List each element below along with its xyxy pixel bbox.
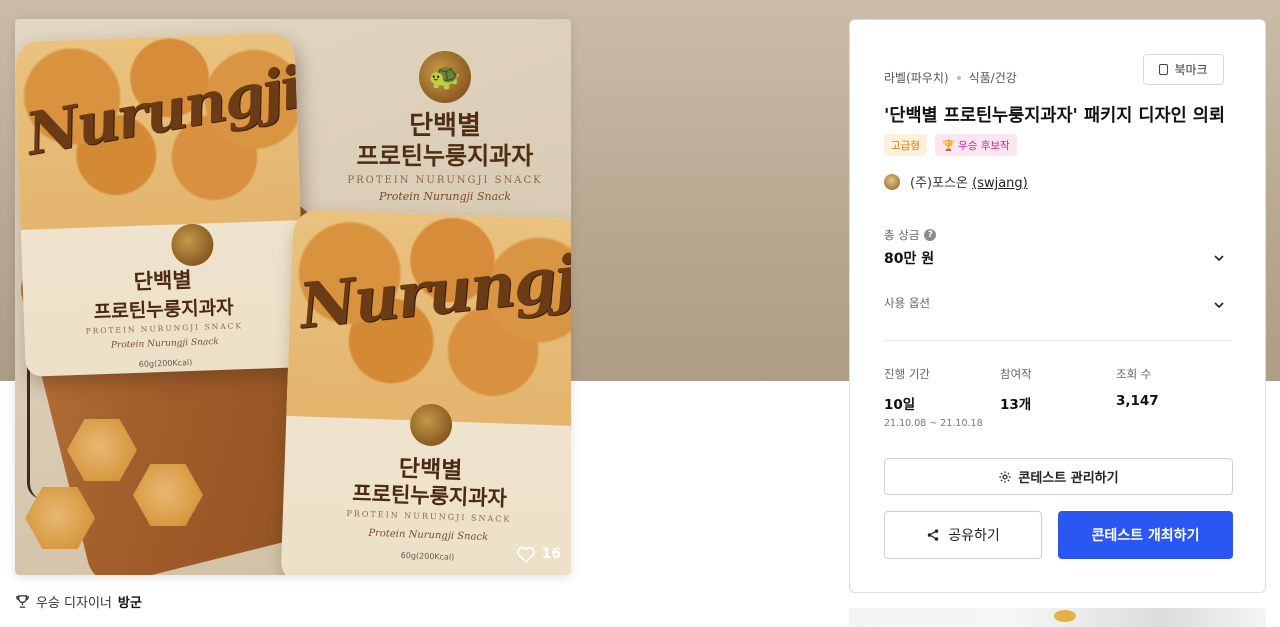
bookmark-icon [1159, 64, 1169, 75]
grade-badge: 고급형 [884, 134, 927, 156]
manage-contest-label: 콘테스트 관리하기 [1018, 471, 1119, 486]
heart-icon [516, 546, 535, 563]
stat-entries-value: 13개 [1000, 397, 1032, 413]
award-badge: 🏆 우승 후보작 [934, 134, 1017, 156]
stat-views-label: 조회 수 [1116, 367, 1152, 381]
brand-logo-block: 🐢 단백별 프로틴누룽지과자 PROTEIN NURUNGJI SNACK Pr… [345, 51, 545, 203]
gear-icon [999, 470, 1012, 483]
pouch-name-script: Protein Nurungji Snack [368, 527, 489, 544]
stat-duration: 진행 기간 10일 21.10.08 ~ 21.10.18 [884, 366, 983, 429]
trophy-icon [16, 595, 29, 608]
share-button[interactable]: 공유하기 [884, 511, 1042, 559]
category-primary[interactable]: 라벨(파우치) [884, 69, 949, 86]
brand-name-en: PROTEIN NURUNGJI SNACK [347, 175, 543, 186]
manage-contest-button[interactable]: 콘테스트 관리하기 [884, 458, 1233, 495]
owner-id-link[interactable]: (swjang) [972, 176, 1028, 191]
stat-entries-label: 참여작 [1000, 367, 1032, 381]
owner-name: (주)포스온 [910, 176, 968, 191]
stat-duration-label: 진행 기간 [884, 367, 930, 381]
breadcrumb-separator [956, 75, 961, 80]
host-contest-button[interactable]: 콘테스트 개최하기 [1058, 511, 1233, 559]
prize-expand-chevron-down-icon[interactable] [1213, 249, 1225, 262]
winner-label: 우승 디자이너 [36, 596, 112, 611]
turtle-logo-icon: 🐢 [419, 51, 471, 103]
product-image[interactable]: 🐢 단백별 프로틴누룽지과자 PROTEIN NURUNGJI SNACK Pr… [15, 19, 571, 575]
winner-name[interactable]: 방군 [118, 592, 142, 611]
brand-name-line2: 프로틴누룽지과자 [356, 142, 534, 170]
options-label: 사용 옵션 [884, 296, 930, 310]
divider [884, 340, 1231, 341]
pouch-front: Nurungji 단백별 프로틴누룽지과자 PROTEIN NURUNGJI S… [280, 209, 571, 575]
like-button[interactable]: 16 [516, 545, 561, 563]
turtle-logo-icon [170, 223, 215, 267]
award-badge-label: 우승 후보작 [958, 139, 1010, 152]
trophy-icon: 🏆 [941, 139, 956, 152]
like-count: 16 [541, 546, 561, 562]
turtle-logo-icon [409, 403, 453, 447]
pouch-back: Nurungji 단백별 프로틴누룽지과자 PROTEIN NURUNGJI S… [15, 32, 306, 377]
bookmark-button[interactable]: 북마크 [1143, 54, 1224, 85]
related-content-preview[interactable] [849, 608, 1266, 627]
brand-name-script: Protein Nurungji Snack [379, 190, 511, 203]
category-secondary[interactable]: 식품/건강 [969, 69, 1017, 86]
stat-duration-range: 21.10.08 ~ 21.10.18 [884, 418, 983, 429]
stat-duration-value: 10일 [884, 397, 916, 413]
breadcrumb: 라벨(파우치) 식품/건강 [884, 69, 1017, 86]
avatar [884, 173, 900, 190]
contest-info-panel: 라벨(파우치) 식품/건강 북마크 '단백별 프로틴누룽지과자' 패키지 디자인… [849, 19, 1266, 593]
share-label: 공유하기 [948, 528, 1000, 544]
stat-views-value: 3,147 [1116, 393, 1159, 409]
badge-row: 고급형 🏆 우승 후보작 [884, 134, 1017, 156]
question-icon[interactable]: ? [924, 229, 937, 241]
winner-designer: 우승 디자이너 방군 [15, 592, 142, 611]
options-expand-chevron-down-icon[interactable] [1213, 296, 1225, 309]
prize-label-text: 총 상금 [884, 228, 920, 242]
prize-value: 80만 원 [884, 251, 935, 267]
prize-label: 총 상금 ? [884, 227, 937, 243]
contest-title: '단백별 프로틴누룽지과자' 패키지 디자인 의뢰 [884, 106, 1225, 126]
share-icon [927, 529, 939, 541]
contest-owner: (주)포스온 (swjang) [884, 172, 1028, 191]
brand-name-line1: 단백별 [409, 111, 481, 141]
preview-thumbnail [1054, 610, 1076, 622]
stat-views: 조회 수 3,147 [1116, 366, 1159, 409]
stat-entries: 참여작 13개 [1000, 366, 1032, 413]
bookmark-label: 북마크 [1174, 63, 1208, 77]
pouch-name-script: Protein Nurungji Snack [110, 337, 219, 351]
